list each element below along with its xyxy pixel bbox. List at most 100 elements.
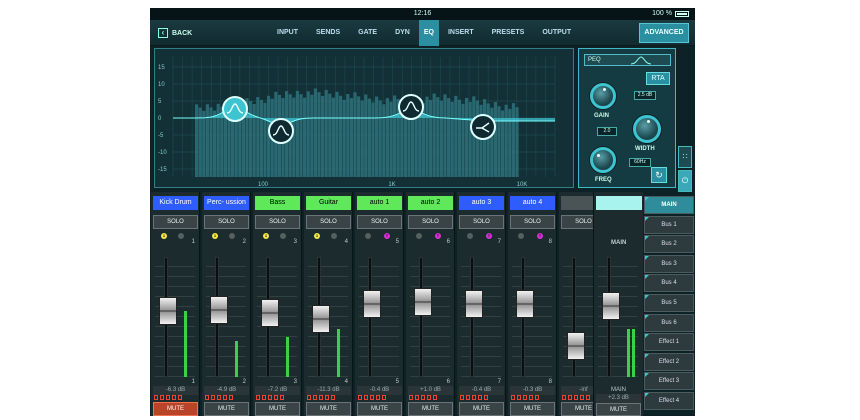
- channel-number: 1: [191, 239, 195, 245]
- group-indicator-icon: [280, 233, 286, 239]
- rta-bar: [313, 88, 317, 177]
- mute-button[interactable]: MUTE: [459, 402, 504, 416]
- channel-fader[interactable]: [261, 299, 279, 328]
- channel-name-button[interactable]: Kick Drum: [153, 196, 198, 210]
- eq-handle-ring: [222, 96, 248, 122]
- channel-fader[interactable]: [210, 295, 228, 324]
- eq-y-tick-label: 5: [158, 99, 162, 105]
- channel-name-button[interactable]: auto 4: [510, 196, 555, 210]
- tab-insert[interactable]: INSERT: [439, 20, 483, 46]
- status-flag-icon: [274, 395, 278, 400]
- tab-eq[interactable]: EQ: [418, 20, 439, 46]
- bus-select-main[interactable]: MAIN: [644, 196, 694, 214]
- main-fader[interactable]: [602, 291, 620, 320]
- status-flag-icon: [217, 395, 221, 400]
- tab-sends[interactable]: SENDS: [307, 20, 349, 46]
- channel-name-button[interactable]: auto 3: [459, 196, 504, 210]
- channel-number-bottom: 6: [446, 379, 450, 385]
- rta-bar: [292, 97, 296, 177]
- mute-button[interactable]: MUTE: [153, 402, 198, 416]
- channel-fader[interactable]: [516, 290, 534, 319]
- channel-fader[interactable]: [363, 290, 381, 319]
- channel-name-button[interactable]: Guitar: [306, 196, 351, 210]
- eq-power-button[interactable]: ⏻: [678, 170, 692, 192]
- rta-button[interactable]: RTA: [646, 72, 670, 85]
- mute-button[interactable]: MUTE: [510, 402, 555, 416]
- bus-select-effect-2[interactable]: Effect 2: [644, 352, 694, 371]
- bus-select-effect-3[interactable]: Effect 3: [644, 372, 694, 391]
- channel-fader[interactable]: [465, 290, 483, 319]
- solo-button[interactable]: SOLO: [408, 215, 453, 229]
- bus-select-bus-2[interactable]: Bus 2: [644, 235, 694, 254]
- channel-number-bottom: 2: [242, 379, 246, 385]
- gain-label: GAIN: [594, 113, 609, 119]
- gain-knob[interactable]: [590, 83, 616, 109]
- freq-knob[interactable]: [590, 147, 616, 173]
- mute-button[interactable]: MUTE: [204, 402, 249, 416]
- mute-button[interactable]: MUTE: [255, 402, 300, 416]
- bus-select-bus-5[interactable]: Bus 5: [644, 293, 694, 312]
- reset-eq-button[interactable]: ↻: [651, 167, 667, 183]
- rta-bar: [306, 91, 310, 177]
- tab-input[interactable]: INPUT: [268, 20, 307, 46]
- bus-select-bus-1[interactable]: Bus 1: [644, 215, 694, 234]
- eq-x-tick-label: 10K: [517, 182, 528, 188]
- bus-select-effect-1[interactable]: Effect 1: [644, 333, 694, 352]
- channel-fader[interactable]: [312, 304, 330, 333]
- peq-mode-select[interactable]: PEQ: [584, 54, 671, 66]
- solo-button[interactable]: SOLO: [459, 215, 504, 229]
- status-flag-icon: [307, 395, 311, 400]
- channel-number: 5: [395, 239, 399, 245]
- tab-presets[interactable]: PRESETS: [483, 20, 534, 46]
- solo-button[interactable]: SOLO: [357, 215, 402, 229]
- eq-band-3-handle[interactable]: [398, 94, 424, 120]
- channel-number-bottom: 3: [293, 379, 297, 385]
- status-flag-icon: [382, 395, 386, 400]
- mute-button[interactable]: MUTE: [306, 402, 351, 416]
- tab-output[interactable]: OUTPUT: [533, 20, 580, 46]
- battery-indicator: 100 %: [652, 10, 689, 17]
- eq-band-2-handle[interactable]: [268, 118, 294, 144]
- back-button[interactable]: ‹ BACK: [158, 25, 192, 41]
- channel-name-button[interactable]: Bass: [255, 196, 300, 210]
- mute-button[interactable]: MUTE: [408, 402, 453, 416]
- freq-label: FREQ: [595, 177, 612, 183]
- eq-graph[interactable]: 15 10 5 0 -5 -10 -15 100 1K 10K: [154, 48, 574, 188]
- mute-button[interactable]: MUTE: [357, 402, 402, 416]
- rta-bar: [263, 102, 267, 177]
- channel-fader[interactable]: [567, 332, 585, 361]
- channel-name-button[interactable]: auto 2: [408, 196, 453, 210]
- tab-dyn[interactable]: DYN: [386, 20, 419, 46]
- bus-select-effect-4[interactable]: Effect 4: [644, 391, 694, 410]
- rta-bar: [443, 94, 447, 177]
- back-label: BACK: [172, 29, 193, 37]
- channel-name-button[interactable]: Perc- ussion: [204, 196, 249, 210]
- bus-select-bus-6[interactable]: Bus 6: [644, 313, 694, 332]
- solo-button[interactable]: SOLO: [510, 215, 555, 229]
- main-mute-button[interactable]: MUTE: [596, 403, 641, 416]
- solo-button[interactable]: SOLO: [255, 215, 300, 229]
- status-flag-icon: [523, 395, 527, 400]
- eq-band-4-handle[interactable]: [470, 114, 496, 140]
- bus-select-bus-3[interactable]: Bus 3: [644, 254, 694, 273]
- width-knob[interactable]: [633, 115, 661, 143]
- status-flag-icon: [535, 395, 539, 400]
- channel-number: 3: [293, 239, 297, 245]
- channel-status-icons: [511, 395, 554, 401]
- solo-button[interactable]: SOLO: [153, 215, 198, 229]
- rta-bar: [375, 96, 379, 177]
- channel-number: 7: [497, 239, 501, 245]
- tab-gate[interactable]: GATE: [349, 20, 386, 46]
- channel-fader[interactable]: [159, 297, 177, 326]
- link-toggle-button[interactable]: ∷: [678, 146, 692, 168]
- solo-button[interactable]: SOLO: [306, 215, 351, 229]
- rta-bar: [303, 97, 307, 177]
- eq-band-1-handle[interactable]: [222, 96, 248, 122]
- advanced-button[interactable]: ADVANCED: [639, 23, 689, 43]
- bus-select-bus-4[interactable]: Bus 4: [644, 274, 694, 293]
- eq-graph-svg[interactable]: 15 10 5 0 -5 -10 -15 100 1K 10K: [155, 49, 575, 189]
- channel-name-button[interactable]: auto 1: [357, 196, 402, 210]
- solo-button[interactable]: SOLO: [204, 215, 249, 229]
- channel-fader[interactable]: [414, 288, 432, 317]
- group-indicator-icon: [178, 233, 184, 239]
